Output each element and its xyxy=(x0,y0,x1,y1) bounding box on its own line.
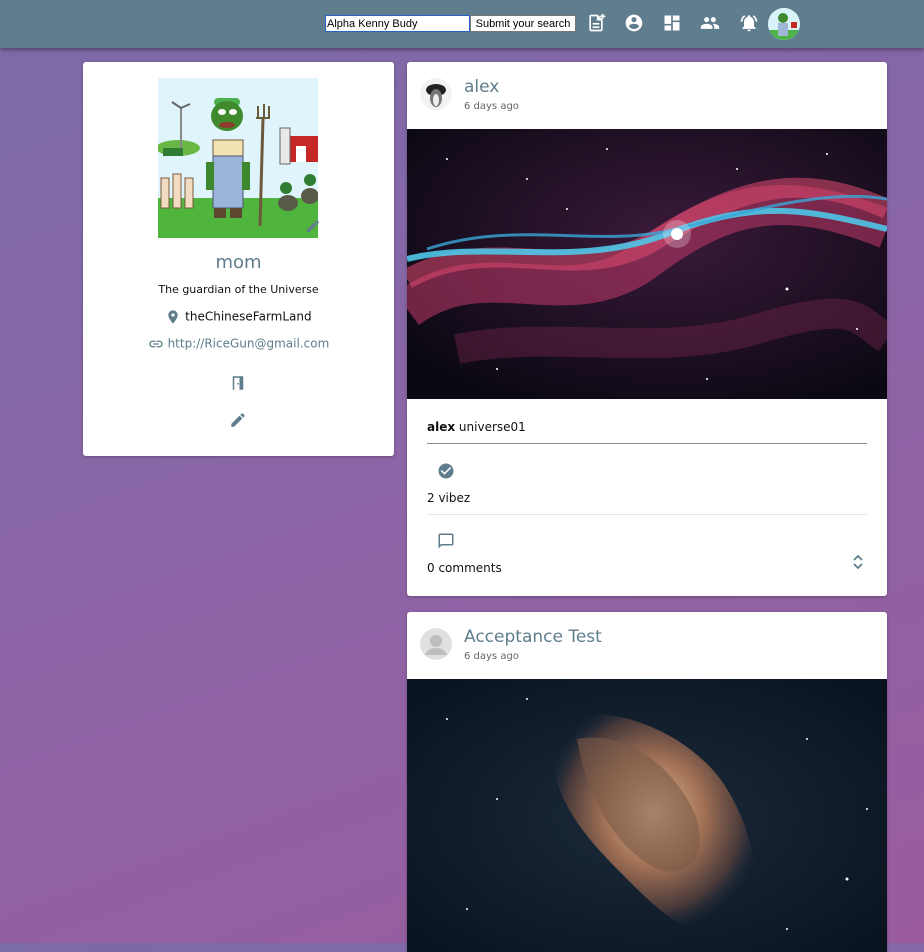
profile-name: mom xyxy=(215,252,262,273)
link-icon xyxy=(149,340,163,348)
location-text: theChineseFarmLand xyxy=(185,309,312,324)
edit-profile-icon[interactable] xyxy=(229,411,247,429)
post-author-avatar[interactable] xyxy=(420,628,452,660)
vibe-count: 2 vibez xyxy=(427,491,471,505)
account-circle-icon[interactable] xyxy=(624,13,644,33)
website-link[interactable]: http://RiceGun@gmail.com xyxy=(168,337,330,351)
user-avatar[interactable] xyxy=(768,8,800,40)
post-author-name[interactable]: Acceptance Test xyxy=(464,627,602,647)
submit-search-button[interactable]: Submit your search xyxy=(470,15,576,32)
divider xyxy=(427,514,867,515)
post-timestamp: 6 days ago xyxy=(464,101,519,112)
caption-author: alex xyxy=(427,420,456,434)
logout-door-icon[interactable] xyxy=(229,374,247,392)
profile-website[interactable]: http://RiceGun@gmail.com xyxy=(83,336,394,352)
dashboard-icon[interactable] xyxy=(662,13,682,33)
profile-location: theChineseFarmLand xyxy=(83,309,394,325)
comment-icon[interactable] xyxy=(437,532,455,550)
location-pin-icon xyxy=(168,310,179,324)
post-image[interactable] xyxy=(407,679,887,952)
post-caption: alex universe01 xyxy=(427,420,867,444)
new-post-icon[interactable] xyxy=(586,13,606,33)
edit-picture-icon[interactable] xyxy=(305,218,321,234)
post-author-name[interactable]: alex xyxy=(464,77,499,97)
profile-bio: The guardian of the Universe xyxy=(158,283,319,296)
notifications-icon[interactable] xyxy=(739,13,759,33)
post-card: Acceptance Test 6 days ago xyxy=(407,612,887,952)
people-icon[interactable] xyxy=(700,13,720,33)
expand-comments-icon[interactable] xyxy=(850,553,866,571)
top-bar: Submit your search xyxy=(0,0,924,48)
vibe-check-icon[interactable] xyxy=(437,462,455,480)
profile-picture xyxy=(158,78,318,238)
profile-card: mom The guardian of the Universe theChin… xyxy=(83,62,394,456)
post-timestamp: 6 days ago xyxy=(464,651,519,662)
post-card: alex 6 days ago alex universe01 2 vibez … xyxy=(407,62,887,596)
search-input[interactable] xyxy=(325,15,470,32)
post-image[interactable] xyxy=(407,129,887,399)
comment-count: 0 comments xyxy=(427,561,502,575)
caption-text: universe01 xyxy=(458,420,526,434)
post-author-avatar[interactable] xyxy=(420,78,452,110)
